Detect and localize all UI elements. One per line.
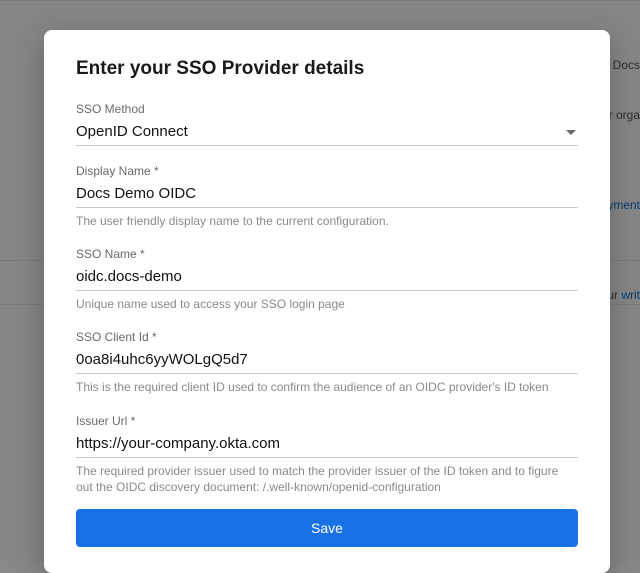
input-issuer-url[interactable] (76, 430, 578, 457)
sso-provider-modal: Enter your SSO Provider details SSO Meth… (44, 30, 610, 573)
input-sso-method[interactable] (76, 118, 578, 145)
label-sso-name: SSO Name * (76, 247, 578, 261)
field-sso-method: SSO Method (76, 102, 578, 146)
field-sso-client-id: SSO Client Id * This is the required cli… (76, 330, 578, 395)
input-sso-name[interactable] (76, 263, 578, 290)
label-sso-method: SSO Method (76, 102, 578, 116)
label-issuer-url: Issuer Url * (76, 414, 578, 428)
help-display-name: The user friendly display name to the cu… (76, 213, 578, 229)
select-sso-method[interactable] (76, 118, 578, 146)
field-display-name: Display Name * The user friendly display… (76, 164, 578, 229)
field-sso-name: SSO Name * Unique name used to access yo… (76, 247, 578, 312)
label-sso-client-id: SSO Client Id * (76, 330, 578, 344)
save-button[interactable]: Save (76, 509, 578, 547)
field-issuer-url: Issuer Url * The required provider issue… (76, 414, 578, 495)
help-issuer-url: The required provider issuer used to mat… (76, 463, 578, 495)
input-display-name[interactable] (76, 180, 578, 207)
input-sso-client-id[interactable] (76, 346, 578, 373)
label-display-name: Display Name * (76, 164, 578, 178)
modal-title: Enter your SSO Provider details (76, 58, 578, 80)
help-sso-name: Unique name used to access your SSO logi… (76, 296, 578, 312)
help-sso-client-id: This is the required client ID used to c… (76, 379, 578, 395)
